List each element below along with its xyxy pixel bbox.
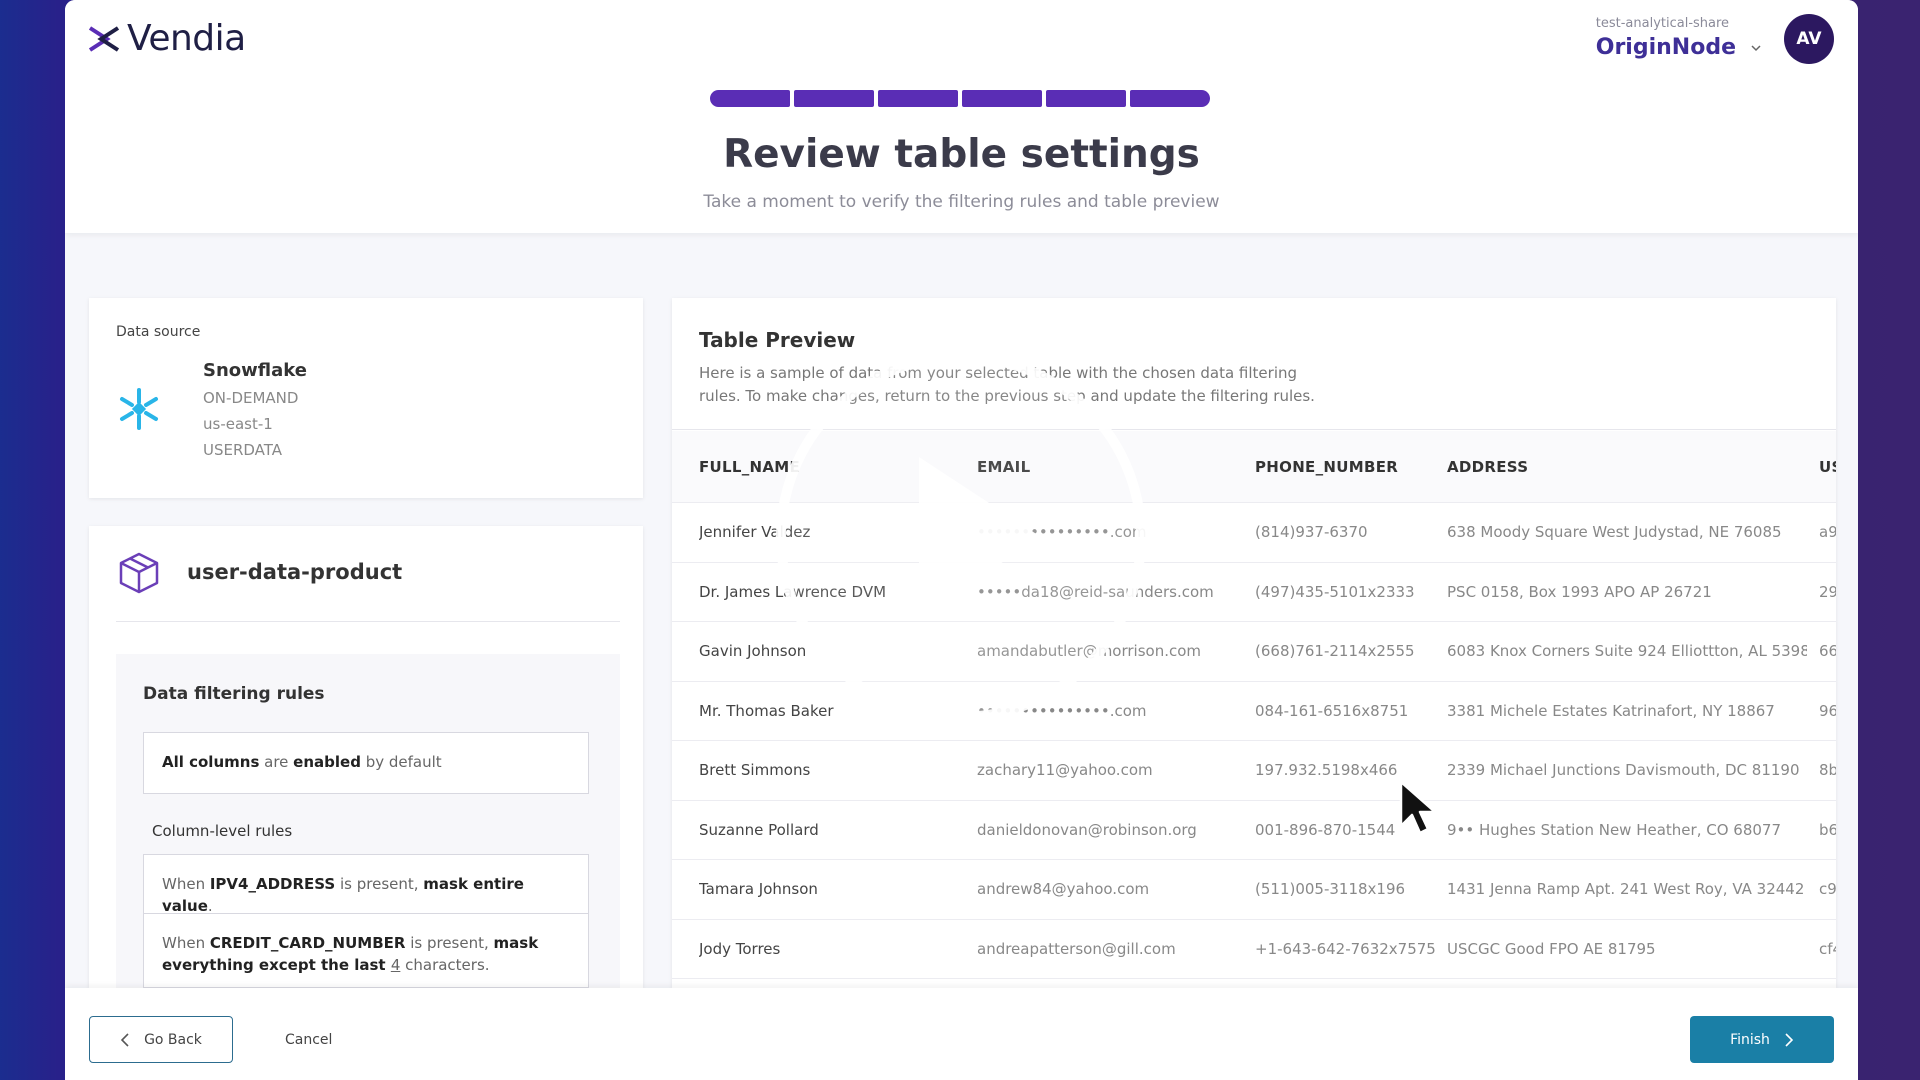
table-cell: Tamara Johnson xyxy=(699,880,818,899)
chevron-right-icon xyxy=(1785,1032,1794,1047)
table-cell: 2339 Michael Junctions Davismouth, DC 81… xyxy=(1447,761,1800,780)
data-source-card: Data source Snowflake ON-DEMAND us-east-… xyxy=(89,298,643,498)
go-back-button[interactable]: Go Back xyxy=(89,1016,233,1063)
table-row: Suzanne Pollard danieldonovan@robinson.or… xyxy=(672,800,1836,860)
org-switcher[interactable]: test-analytical-share OriginNode xyxy=(1596,16,1762,60)
column-header: PHONE_NUMBER xyxy=(1255,457,1399,476)
table-cell: (497)435-5101x2333 xyxy=(1255,582,1415,601)
table-cell: 6083 Knox Corners Suite 924 Elliottton, … xyxy=(1447,642,1807,661)
table-cell: USCGC Good FPO AE 81795 xyxy=(1447,939,1656,958)
data-source-type: ON-DEMAND xyxy=(203,389,299,407)
go-back-label: Go Back xyxy=(144,1031,202,1048)
finish-button[interactable]: Finish xyxy=(1690,1016,1834,1063)
org-subtitle: test-analytical-share xyxy=(1595,16,1730,31)
table-cell: c97aa950- xyxy=(1819,880,1836,899)
table-cell: Brett Simmons xyxy=(699,761,811,780)
rule-text: is present, xyxy=(405,934,494,952)
play-icon[interactable] xyxy=(773,349,1149,725)
table-row: Brett Simmons zachary11@yahoo.com 197.932.… xyxy=(672,741,1836,801)
org-name: OriginNode xyxy=(1595,35,1736,60)
cube-icon xyxy=(119,552,159,594)
rule-text: When xyxy=(162,934,210,952)
progress-step-4 xyxy=(962,90,1042,107)
table-cell: danieldonovan@robinson.org xyxy=(977,820,1197,839)
progress-step-6 xyxy=(1130,90,1210,107)
table-cell: b69b208f- xyxy=(1819,820,1836,839)
org-name-row: OriginNode xyxy=(1596,35,1762,60)
rules-title: Data filtering rules xyxy=(143,684,325,704)
rule-column: CREDIT_CARD_NUMBER xyxy=(209,934,406,952)
table-cell: (668)761-2114x2555 xyxy=(1255,642,1415,661)
table-cell: PSC 0158, Box 1993 APO AP 26721 xyxy=(1447,582,1712,601)
table-cell: (511)005-3118x196 xyxy=(1255,880,1406,899)
logo-text: Vendia xyxy=(127,18,246,59)
column-rule-credit-card: When CREDIT_CARD_NUMBER is present, mask… xyxy=(143,913,589,988)
table-row: Jody Torres andreapatterson@gill.com +1-64… xyxy=(672,919,1836,979)
data-source-label: Data source xyxy=(116,324,201,340)
table-cell: 1431 Jenna Ramp Apt. 241 West Roy, VA 32… xyxy=(1447,880,1805,899)
snowflake-icon xyxy=(120,388,158,430)
table-cell: (814)937-6370 xyxy=(1255,523,1368,542)
column-header: ADDRESS xyxy=(1447,457,1529,476)
rule-text: When xyxy=(162,875,210,893)
default-rule-state: enabled xyxy=(293,753,361,771)
chevron-down-icon xyxy=(1751,44,1761,51)
rule-count: 4 xyxy=(390,956,401,974)
table-cell: 638 Moody Square West Judystad, NE 76085 xyxy=(1447,523,1782,542)
data-source-schema: USERDATA xyxy=(203,441,283,459)
chevron-left-icon xyxy=(120,1032,129,1047)
column-rules-label: Column-level rules xyxy=(152,822,293,840)
table-row: Tamara Johnson andrew84@yahoo.com (511)005… xyxy=(672,860,1836,920)
vendia-logo[interactable]: Vendia xyxy=(87,18,246,59)
page-title: Review table settings xyxy=(723,132,1200,177)
finish-label: Finish xyxy=(1730,1031,1770,1048)
rule-text: characters. xyxy=(400,956,490,974)
table-cell: 3381 Michele Estates Katrinafort, NY 188… xyxy=(1447,701,1775,720)
table-cell: Jody Torres xyxy=(699,939,781,958)
vendia-logo-icon xyxy=(88,25,120,52)
table-cell: 66ca5d4f-t xyxy=(1819,642,1836,661)
data-product-card: user-data-product Data filtering rules A… xyxy=(89,526,643,988)
table-cell: +1-643-642-7632x75753 xyxy=(1255,939,1435,958)
divider xyxy=(116,621,620,622)
table-cell: cf4c55d6-7 xyxy=(1819,939,1836,958)
table-cell: 29430ca0- xyxy=(1819,582,1836,601)
wizard-progress xyxy=(710,90,1210,107)
progress-step-5 xyxy=(1046,90,1126,107)
page-header: Vendia test-analytical-share OriginNode … xyxy=(65,0,1858,233)
table-cell: 9•• Hughes Station New Heather, CO 68077 xyxy=(1447,820,1781,839)
table-cell: zachary11@yahoo.com xyxy=(977,761,1153,780)
rule-column: IPV4_ADDRESS xyxy=(209,875,336,893)
default-rule: All columns are enabled by default xyxy=(143,732,589,794)
table-cell: 960c04e1- xyxy=(1819,701,1836,720)
default-rule-suffix: by default xyxy=(360,753,442,771)
avatar[interactable]: AV xyxy=(1784,14,1834,64)
table-cell: 084-161-6516x8751 xyxy=(1255,701,1409,720)
cancel-button[interactable]: Cancel xyxy=(285,1016,332,1063)
column-rule-ipv4: When IPV4_ADDRESS is present, mask entir… xyxy=(143,854,589,915)
table-cell: a99b47fd-5 xyxy=(1819,523,1836,542)
page-subtitle: Take a moment to verify the filtering ru… xyxy=(703,192,1220,212)
table-cell: andrew84@yahoo.com xyxy=(977,880,1150,899)
mouse-cursor-icon xyxy=(1399,780,1437,835)
table-cell: Suzanne Pollard xyxy=(699,820,819,839)
rule-text: is present, xyxy=(335,875,424,893)
table-cell: 8bda592b- xyxy=(1819,761,1836,780)
page-footer: Go Back Cancel Finish xyxy=(65,988,1858,1080)
table-cell: andreapatterson@gill.com xyxy=(977,939,1176,958)
default-rule-columns: All columns xyxy=(162,753,260,771)
data-source-name: Snowflake xyxy=(203,360,307,381)
data-source-region: us-east-1 xyxy=(203,415,273,433)
progress-step-3 xyxy=(878,90,958,107)
progress-step-1 xyxy=(710,90,790,107)
progress-step-2 xyxy=(794,90,874,107)
data-source-info: Snowflake ON-DEMAND us-east-1 USERDATA xyxy=(203,360,307,459)
filtering-rules-panel: Data filtering rules All columns are ena… xyxy=(116,654,620,988)
default-rule-text: are xyxy=(259,753,294,771)
data-product-name: user-data-product xyxy=(187,560,403,584)
column-header: USER_ID xyxy=(1819,457,1836,476)
